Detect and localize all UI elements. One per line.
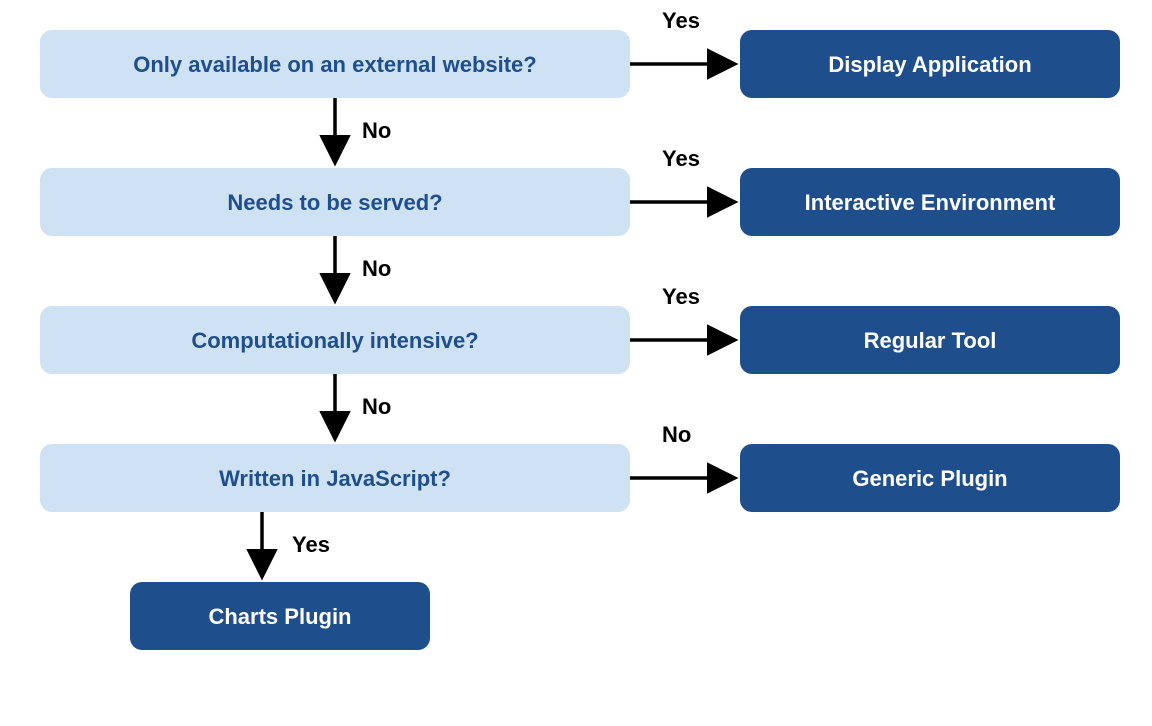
question-text-4: Written in JavaScript? — [219, 466, 451, 491]
edge-label-r3-right: Yes — [662, 284, 700, 309]
answer-text-interactive-environment: Interactive Environment — [805, 190, 1056, 215]
question-text-1: Only available on an external website? — [133, 52, 536, 77]
answer-text-charts-plugin: Charts Plugin — [208, 604, 351, 629]
edge-label-r2-down: No — [362, 256, 391, 281]
answer-text-generic-plugin: Generic Plugin — [852, 466, 1007, 491]
answer-text-regular-tool: Regular Tool — [864, 328, 997, 353]
question-text-3: Computationally intensive? — [191, 328, 478, 353]
edge-label-r4-down: Yes — [292, 532, 330, 557]
edge-label-r3-down: No — [362, 394, 391, 419]
edge-label-r4-right: No — [662, 422, 691, 447]
edge-label-r2-right: Yes — [662, 146, 700, 171]
question-text-2: Needs to be served? — [227, 190, 442, 215]
answer-text-display-application: Display Application — [828, 52, 1031, 77]
edge-label-r1-right: Yes — [662, 8, 700, 33]
edge-label-r1-down: No — [362, 118, 391, 143]
decision-flowchart: Only available on an external website? D… — [0, 0, 1152, 726]
